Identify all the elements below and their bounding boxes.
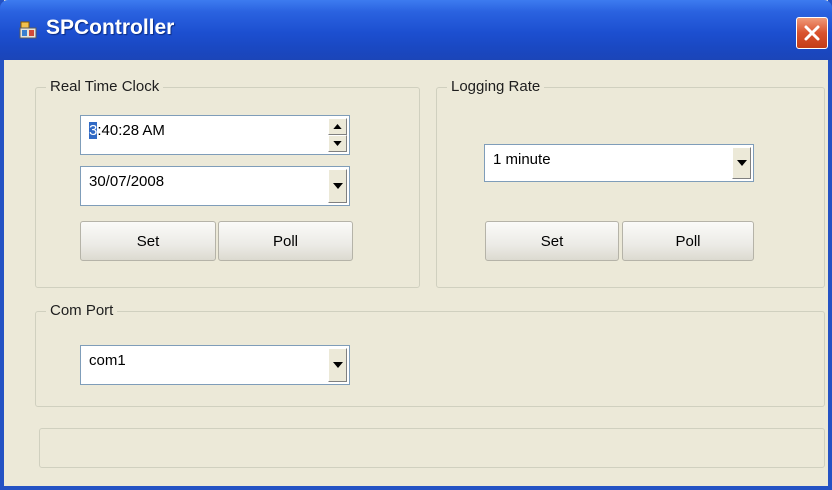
logging-rate-dropdown-button[interactable] — [732, 147, 751, 179]
time-spin-down[interactable] — [328, 135, 347, 152]
app-icon — [18, 20, 38, 40]
com-port-label: Com Port — [46, 301, 118, 321]
date-picker[interactable]: 30/07/2008 — [80, 166, 350, 206]
dropdown-arrow-icon — [332, 183, 343, 189]
time-rest: :40:28 AM — [97, 122, 165, 139]
close-button[interactable] — [796, 17, 828, 49]
window-title: SPController — [46, 16, 175, 39]
app-window: SPController Real Time Clock 3:40:28 AM … — [0, 0, 832, 490]
rtc-set-button[interactable]: Set — [80, 221, 216, 261]
rtc-poll-button[interactable]: Poll — [218, 221, 353, 261]
logging-rate-label: Logging Rate — [447, 77, 545, 97]
date-value: 30/07/2008 — [89, 173, 165, 190]
logging-rate-select[interactable]: 1 minute — [484, 144, 754, 182]
dropdown-arrow-icon — [736, 160, 747, 166]
date-dropdown-button[interactable] — [328, 169, 347, 203]
time-value: 3:40:28 AM — [89, 122, 165, 139]
logging-poll-button[interactable]: Poll — [622, 221, 754, 261]
com-port-select[interactable]: com1 — [80, 345, 350, 385]
logging-set-button[interactable]: Set — [485, 221, 619, 261]
com-port-dropdown-button[interactable] — [328, 348, 347, 382]
close-icon — [804, 25, 820, 41]
title-bar[interactable]: SPController — [0, 0, 832, 60]
spin-up-icon — [333, 124, 342, 129]
status-bar — [39, 428, 825, 468]
spin-down-icon — [333, 141, 342, 146]
com-port-value: com1 — [89, 352, 126, 369]
real-time-clock-label: Real Time Clock — [46, 77, 164, 97]
dropdown-arrow-icon — [332, 362, 343, 368]
time-spin-up[interactable] — [328, 118, 347, 135]
time-picker[interactable]: 3:40:28 AM — [80, 115, 350, 155]
logging-rate-value: 1 minute — [493, 151, 551, 168]
